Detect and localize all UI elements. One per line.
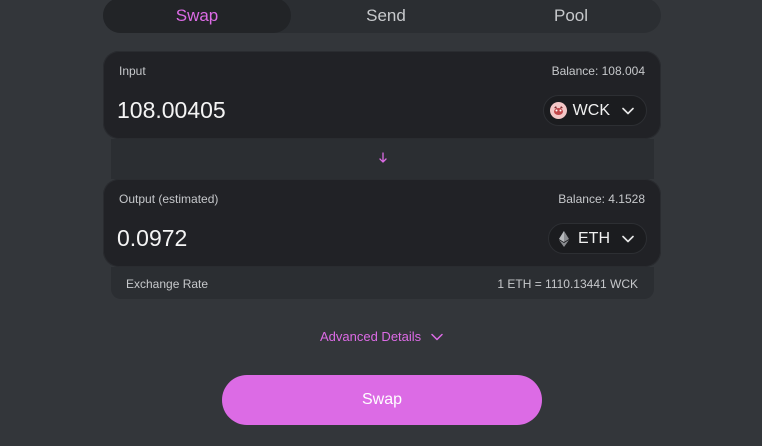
arrow-down-icon[interactable] [378, 151, 388, 165]
output-amount-field[interactable] [117, 225, 417, 252]
output-token-symbol: ETH [578, 229, 610, 247]
chevron-down-icon [431, 333, 443, 340]
exchange-rate-row: Exchange Rate 1 ETH = 1110.13441 WCK [111, 267, 654, 299]
output-label: Output (estimated) [119, 192, 219, 206]
advanced-details-label: Advanced Details [320, 329, 422, 344]
swap-direction-connector [111, 139, 654, 179]
input-amount-field[interactable] [117, 97, 417, 124]
input-token-symbol: WCK [572, 101, 610, 119]
exchange-rate-label: Exchange Rate [126, 277, 209, 291]
swap-tabs: Swap Send Pool [103, 0, 661, 33]
input-label: Input [119, 64, 146, 78]
chevron-down-icon [622, 235, 634, 242]
output-token-selector[interactable]: ETH [548, 223, 647, 254]
exchange-rate-value: 1 ETH = 1110.13441 WCK [497, 277, 638, 291]
eth-token-icon [555, 230, 572, 247]
advanced-details-toggle[interactable]: Advanced Details [320, 329, 443, 344]
output-panel: Output (estimated) Balance: 4.1528 ETH [103, 179, 661, 267]
wck-token-icon [549, 102, 567, 119]
input-balance: Balance: 108.004 [551, 64, 645, 78]
chevron-down-icon [622, 107, 634, 114]
output-balance: Balance: 4.1528 [558, 192, 645, 206]
tab-pool[interactable]: Pool [481, 0, 661, 33]
swap-button[interactable]: Swap [222, 375, 542, 425]
tab-send[interactable]: Send [291, 0, 481, 33]
tab-swap[interactable]: Swap [103, 0, 291, 33]
input-token-selector[interactable]: WCK [542, 95, 647, 126]
input-panel: Input Balance: 108.004 WCK [103, 51, 661, 139]
